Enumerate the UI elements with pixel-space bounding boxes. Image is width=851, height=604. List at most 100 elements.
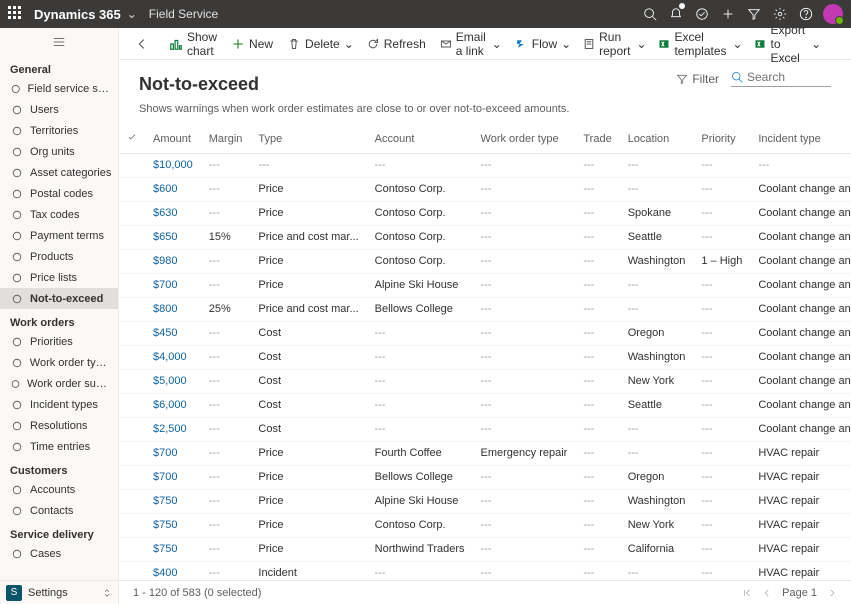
cell-amount[interactable]: $450 — [145, 321, 201, 345]
row-check[interactable] — [119, 489, 145, 513]
chevron-down-icon[interactable]: ⌄ — [127, 7, 137, 21]
sidebar-item-payterms[interactable]: Payment terms — [0, 225, 118, 246]
new-button[interactable]: New — [225, 28, 279, 59]
delete-button[interactable]: Delete⌄ — [281, 28, 358, 59]
table-row[interactable]: $750---PriceContoso Corp.------New York-… — [119, 513, 851, 537]
gear-icon[interactable] — [767, 0, 793, 28]
sidebar-item-terr[interactable]: Territories — [0, 120, 118, 141]
run-report-button[interactable]: Run report⌄ — [577, 28, 650, 59]
row-check[interactable] — [119, 417, 145, 441]
table-row[interactable]: $400---Incident---------------HVAC repai… — [119, 561, 851, 580]
search-input[interactable] — [747, 70, 817, 84]
row-check[interactable] — [119, 369, 145, 393]
sidebar-item-users[interactable]: Users — [0, 99, 118, 120]
column-header[interactable]: Location — [620, 125, 694, 153]
table-row[interactable]: $700---PriceBellows College------Oregon-… — [119, 465, 851, 489]
cell-amount[interactable]: $650 — [145, 225, 201, 249]
sidebar-item-prod[interactable]: Products — [0, 246, 118, 267]
row-check[interactable] — [119, 201, 145, 225]
brand-name[interactable]: Dynamics 365 — [34, 7, 121, 22]
sidebar-item-nte[interactable]: Not-to-exceed — [0, 288, 118, 309]
cell-amount[interactable]: $4,000 — [145, 345, 201, 369]
column-header[interactable]: Incident type↓ — [750, 125, 851, 153]
chevron-down-icon[interactable]: ⌄ — [344, 37, 352, 51]
sidebar-item-wos[interactable]: Work order substatu... — [0, 373, 118, 394]
row-check[interactable] — [119, 177, 145, 201]
cell-amount[interactable]: $700 — [145, 441, 201, 465]
bell-icon[interactable] — [663, 0, 689, 28]
column-header[interactable]: Priority — [693, 125, 750, 153]
plus-icon[interactable] — [715, 0, 741, 28]
cell-amount[interactable]: $5,000 — [145, 369, 201, 393]
cell-amount[interactable]: $10,000 — [145, 153, 201, 177]
cell-amount[interactable]: $6,000 — [145, 393, 201, 417]
back-button[interactable] — [129, 28, 155, 59]
row-check[interactable] — [119, 441, 145, 465]
refresh-button[interactable]: Refresh — [360, 28, 432, 59]
column-header[interactable]: Trade — [575, 125, 619, 153]
row-check[interactable] — [119, 513, 145, 537]
sidebar-item-acct[interactable]: Accounts — [0, 479, 118, 500]
area-switcher[interactable]: S Settings — [0, 580, 118, 604]
table-row[interactable]: $2,500---Cost---------------Coolant chan… — [119, 417, 851, 441]
sidebar-item-tax[interactable]: Tax codes — [0, 204, 118, 225]
row-check[interactable] — [119, 153, 145, 177]
hamburger-icon[interactable] — [0, 28, 118, 56]
row-check[interactable] — [119, 297, 145, 321]
filter-icon[interactable] — [741, 0, 767, 28]
chevron-down-icon[interactable]: ⌄ — [732, 37, 740, 51]
table-row[interactable]: $80025%Price and cost mar...Bellows Coll… — [119, 297, 851, 321]
table-row[interactable]: $750---PriceNorthwind Traders------Calif… — [119, 537, 851, 561]
table-row[interactable]: $65015%Price and cost mar...Contoso Corp… — [119, 225, 851, 249]
chevron-down-icon[interactable]: ⌄ — [561, 37, 569, 51]
filter-button[interactable]: Filter — [676, 72, 719, 86]
column-header[interactable]: Work order type — [473, 125, 576, 153]
cell-amount[interactable]: $750 — [145, 537, 201, 561]
row-check[interactable] — [119, 225, 145, 249]
next-page-icon[interactable] — [827, 588, 837, 598]
first-page-icon[interactable] — [742, 588, 752, 598]
avatar[interactable] — [823, 4, 843, 24]
cell-amount[interactable]: $600 — [145, 177, 201, 201]
row-check[interactable] — [119, 465, 145, 489]
row-check[interactable] — [119, 273, 145, 297]
row-check[interactable] — [119, 345, 145, 369]
cell-amount[interactable]: $800 — [145, 297, 201, 321]
show-chart-button[interactable]: Show chart — [163, 28, 223, 59]
chevron-down-icon[interactable]: ⌄ — [492, 37, 500, 51]
sidebar-item-assetcat[interactable]: Asset categories — [0, 162, 118, 183]
table-row[interactable]: $4,000---Cost---------Washington---Coola… — [119, 345, 851, 369]
column-header[interactable]: Margin — [201, 125, 251, 153]
table-row[interactable]: $630---PriceContoso Corp.------Spokane--… — [119, 201, 851, 225]
flow-button[interactable]: Flow⌄ — [508, 28, 575, 59]
select-all-header[interactable] — [119, 125, 145, 153]
chevron-down-icon[interactable]: ⌄ — [811, 37, 819, 51]
table-row[interactable]: $700---PriceAlpine Ski House------------… — [119, 273, 851, 297]
sidebar-item-pricelists[interactable]: Price lists — [0, 267, 118, 288]
help-icon[interactable] — [793, 0, 819, 28]
cell-amount[interactable]: $700 — [145, 465, 201, 489]
row-check[interactable] — [119, 321, 145, 345]
export-excel-button[interactable]: Export to Excel⌄ — [748, 28, 825, 59]
row-check[interactable] — [119, 561, 145, 580]
search-input-wrap[interactable] — [731, 70, 831, 87]
sidebar-item-wot[interactable]: Work order types — [0, 352, 118, 373]
cell-amount[interactable]: $2,500 — [145, 417, 201, 441]
sidebar-item-res[interactable]: Resolutions — [0, 415, 118, 436]
email-link-button[interactable]: Email a link⌄ — [434, 28, 506, 59]
column-header[interactable]: Amount — [145, 125, 201, 153]
app-launcher-icon[interactable] — [8, 6, 24, 22]
cell-amount[interactable]: $630 — [145, 201, 201, 225]
row-check[interactable] — [119, 537, 145, 561]
table-row[interactable]: $450---Cost---------Oregon---Coolant cha… — [119, 321, 851, 345]
table-row[interactable]: $980---PriceContoso Corp.------Washingto… — [119, 249, 851, 273]
cell-amount[interactable]: $700 — [145, 273, 201, 297]
sidebar-item-cont[interactable]: Contacts — [0, 500, 118, 521]
sidebar-item-fss[interactable]: Field service settings — [0, 78, 118, 99]
cell-amount[interactable]: $980 — [145, 249, 201, 273]
sidebar-item-org[interactable]: Org units — [0, 141, 118, 162]
table-row[interactable]: $750---PriceAlpine Ski House------Washin… — [119, 489, 851, 513]
table-row[interactable]: $700---PriceFourth CoffeeEmergency repai… — [119, 441, 851, 465]
column-header[interactable]: Account — [367, 125, 473, 153]
assistant-icon[interactable] — [689, 0, 715, 28]
